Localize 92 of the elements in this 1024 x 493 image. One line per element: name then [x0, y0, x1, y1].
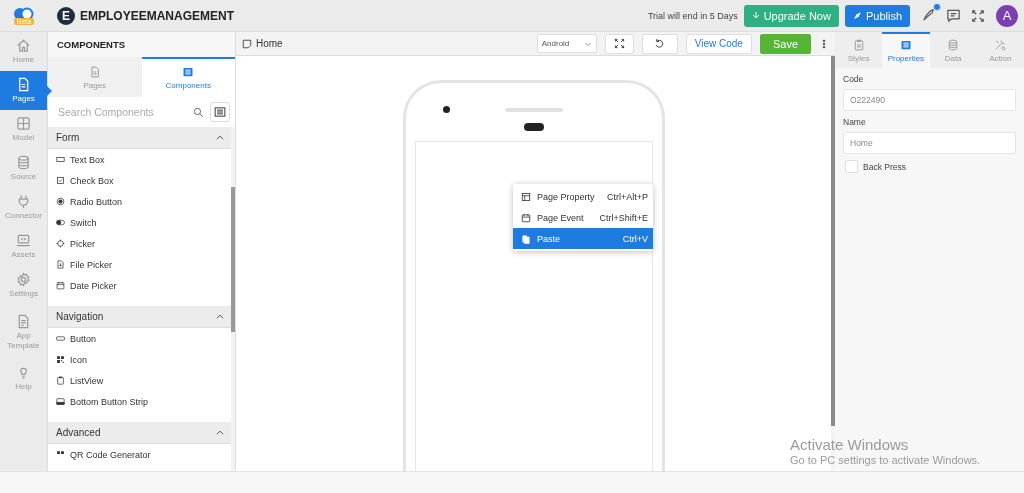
- undo-button[interactable]: [641, 33, 678, 54]
- field-label: Code: [843, 74, 865, 84]
- document-icon: [88, 66, 101, 78]
- copy-icon: [521, 233, 531, 244]
- nav-item[interactable]: Settings: [0, 266, 47, 305]
- component-item[interactable]: Picker: [48, 233, 231, 254]
- plug-icon: [16, 194, 31, 210]
- menu-item[interactable]: Page Event Ctrl+Shift+E: [513, 207, 653, 228]
- activation-title: Activate Windows: [790, 436, 910, 454]
- save-button[interactable]: Save: [759, 33, 811, 54]
- activation-subtitle: Go to PC settings to activate Windows.: [790, 454, 981, 466]
- field-label: Name: [843, 117, 867, 127]
- component-item[interactable]: ListView: [48, 370, 231, 391]
- component-item[interactable]: Switch: [48, 212, 231, 233]
- clipboard-icon: [852, 39, 865, 51]
- nav-item[interactable]: Model: [0, 110, 47, 149]
- chat-icon: [946, 8, 961, 23]
- expand-icon: [613, 38, 625, 49]
- panel-tab[interactable]: Data: [929, 32, 977, 68]
- file-icon: [56, 260, 65, 269]
- document-icon: [16, 77, 31, 93]
- text-field[interactable]: O222490: [843, 89, 1016, 111]
- radio-icon: [56, 197, 65, 206]
- component-item[interactable]: Check Box: [48, 170, 231, 191]
- list-icon: [899, 39, 912, 51]
- section-header[interactable]: Navigation: [48, 306, 231, 328]
- undo-icon: [654, 38, 666, 49]
- component-item[interactable]: Date Picker: [48, 275, 231, 296]
- textbox-icon: [56, 155, 65, 164]
- component-item[interactable]: File Picker: [48, 254, 231, 275]
- panel-tab[interactable]: Properties: [882, 32, 930, 68]
- publish-button[interactable]: Publish: [844, 4, 910, 27]
- calendar-icon: [521, 212, 531, 223]
- laptop-icon: [16, 233, 31, 249]
- search-field[interactable]: Search Components: [56, 105, 187, 119]
- template-icon: [16, 314, 31, 330]
- component-item[interactable]: Icon: [48, 349, 231, 370]
- nav-item[interactable]: Help: [0, 359, 47, 398]
- menu-item[interactable]: Paste Ctrl+V: [513, 228, 653, 249]
- sensor-pill: [523, 123, 544, 131]
- panel-tab[interactable]: Action: [976, 32, 1024, 68]
- upgrade-button[interactable]: Upgrade Now: [743, 4, 839, 27]
- list-view-button[interactable]: [210, 102, 230, 122]
- component-item[interactable]: Bottom Button Strip: [48, 391, 231, 412]
- app-initial: E: [57, 6, 75, 25]
- search-icon: [193, 106, 204, 118]
- trial-notice: Trial will end in 5 Days: [647, 10, 738, 21]
- table-icon: [521, 191, 531, 202]
- panel-tab[interactable]: Styles: [835, 32, 883, 68]
- section-header[interactable]: Advanced: [48, 422, 231, 444]
- fullscreen-icon: [971, 8, 985, 23]
- checkbox-icon: [56, 176, 65, 185]
- panel-title: COMPONENTS: [48, 32, 235, 57]
- home-icon: [16, 38, 31, 54]
- page-breadcrumb: Home: [256, 38, 283, 49]
- nav-item[interactable]: Home: [0, 32, 47, 71]
- button-shape-icon: [56, 334, 65, 343]
- page-icon: [242, 38, 252, 49]
- nav-item[interactable]: Source: [0, 149, 47, 188]
- scrollbar-thumb[interactable]: [831, 56, 835, 426]
- component-item[interactable]: Text Box: [48, 149, 231, 170]
- clipboard-icon: [56, 376, 65, 385]
- component-item[interactable]: Button: [48, 328, 231, 349]
- user-avatar[interactable]: A: [996, 4, 1018, 27]
- checkbox[interactable]: [845, 160, 858, 173]
- database-icon: [16, 155, 31, 171]
- list-icon: [182, 66, 195, 78]
- calendar-icon: [56, 281, 65, 290]
- view-code-button[interactable]: View Code: [685, 33, 752, 54]
- download-arrow-icon: [751, 11, 760, 20]
- section-header[interactable]: Form: [48, 127, 231, 149]
- panel-tab[interactable]: Pages: [48, 57, 142, 97]
- app-title: EMPLOYEEMANAGEMENT: [80, 8, 235, 23]
- menu-item[interactable]: Page Property Ctrl+Alt+P: [513, 186, 653, 207]
- toggle-icon: [56, 218, 65, 227]
- platform-select[interactable]: Android: [536, 34, 597, 53]
- nav-item[interactable]: Connector: [0, 188, 47, 227]
- nav-item[interactable]: Assets: [0, 227, 47, 266]
- nav-item[interactable]: App Template: [0, 305, 47, 359]
- component-item[interactable]: Radio Button: [48, 191, 231, 212]
- text-field[interactable]: Home: [843, 132, 1016, 154]
- bottom-bar-icon: [56, 397, 65, 406]
- fit-screen-button[interactable]: [604, 33, 634, 54]
- list-icon: [214, 106, 226, 118]
- component-item[interactable]: QR Code Generator: [48, 444, 231, 465]
- checkbox-label: Back Press: [863, 161, 906, 172]
- camera-dot: [442, 106, 450, 113]
- settings-icon: [16, 272, 31, 288]
- database-icon: [947, 39, 960, 51]
- grid-icon: [16, 116, 31, 132]
- crosshair-icon: [56, 239, 65, 248]
- scrollbar-thumb[interactable]: [231, 187, 235, 332]
